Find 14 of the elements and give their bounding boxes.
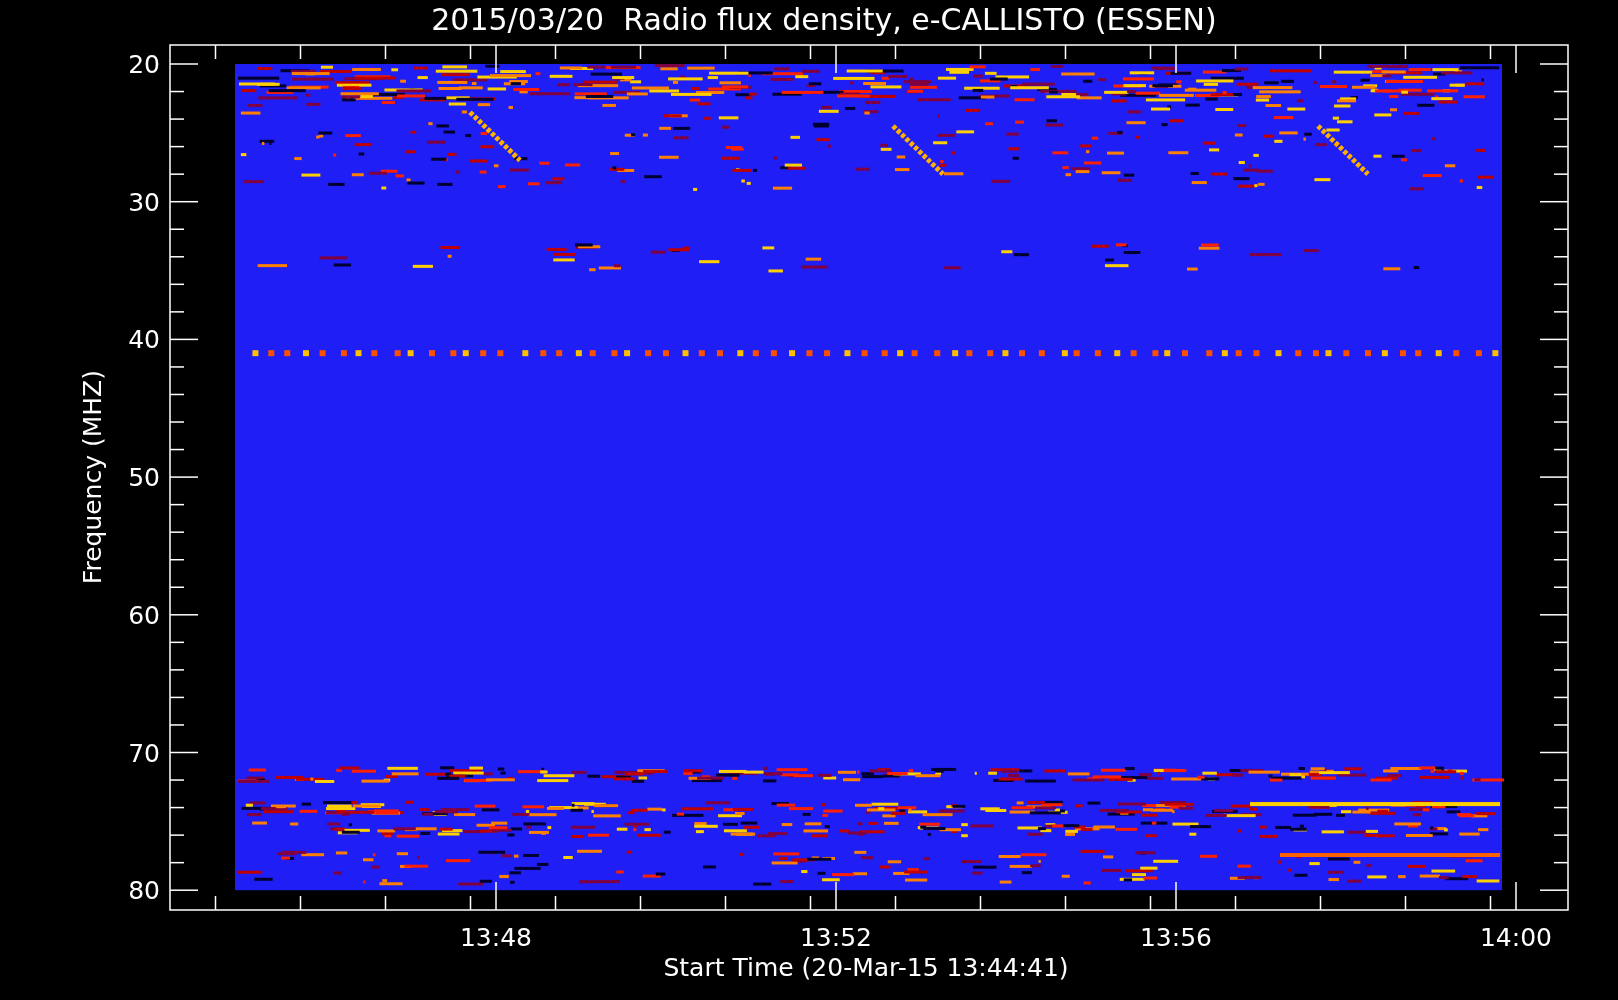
tick-label: 70: [128, 738, 160, 768]
tick-label: 40: [128, 325, 160, 355]
tick-label: 80: [128, 876, 160, 906]
tick-label: 14:00: [1480, 923, 1552, 952]
axis-label: Start Time (20-Mar-15 13:44:41): [663, 953, 1069, 982]
tick-label: 13:48: [460, 923, 532, 952]
tick-label: 30: [128, 187, 160, 217]
tick-label: 20: [128, 50, 160, 79]
tick-label: 13:52: [800, 923, 872, 952]
tick-label: 50: [128, 463, 160, 493]
tick-label: 60: [128, 600, 160, 630]
plot-title: 2015/03/20 Radio flux density, e-CALLISTO (ESSEN): [430, 1, 1217, 39]
tick-label: 13:56: [1140, 923, 1212, 952]
axis-label: Frequency (MHZ): [78, 370, 107, 585]
